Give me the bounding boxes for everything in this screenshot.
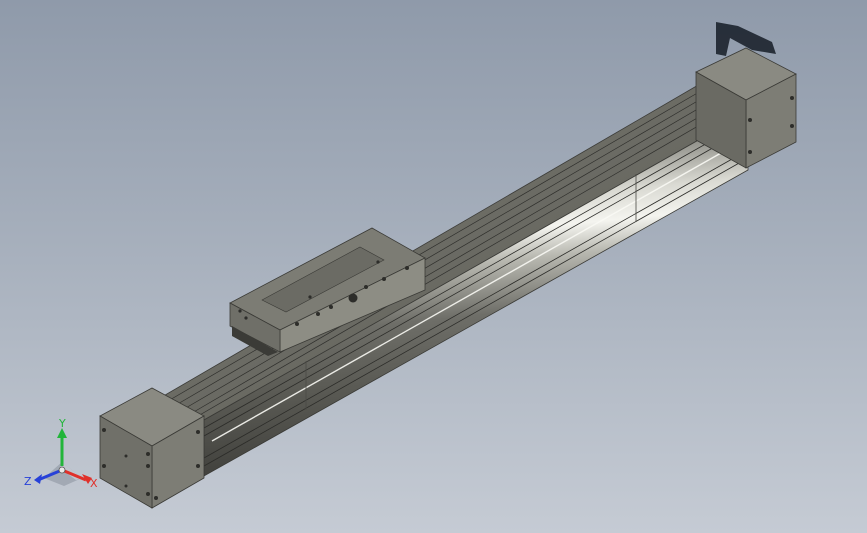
linear-actuator-model[interactable] xyxy=(0,0,867,533)
orientation-triad[interactable]: Y X Z xyxy=(22,418,106,498)
z-axis-arrow xyxy=(34,474,42,484)
x-axis-label: X xyxy=(90,477,98,490)
rail-body[interactable] xyxy=(159,83,749,477)
z-axis-label: Z xyxy=(24,475,32,488)
triad-origin xyxy=(58,466,66,474)
cad-viewport[interactable]: Y X Z xyxy=(0,0,867,533)
y-axis-label: Y xyxy=(58,418,66,430)
